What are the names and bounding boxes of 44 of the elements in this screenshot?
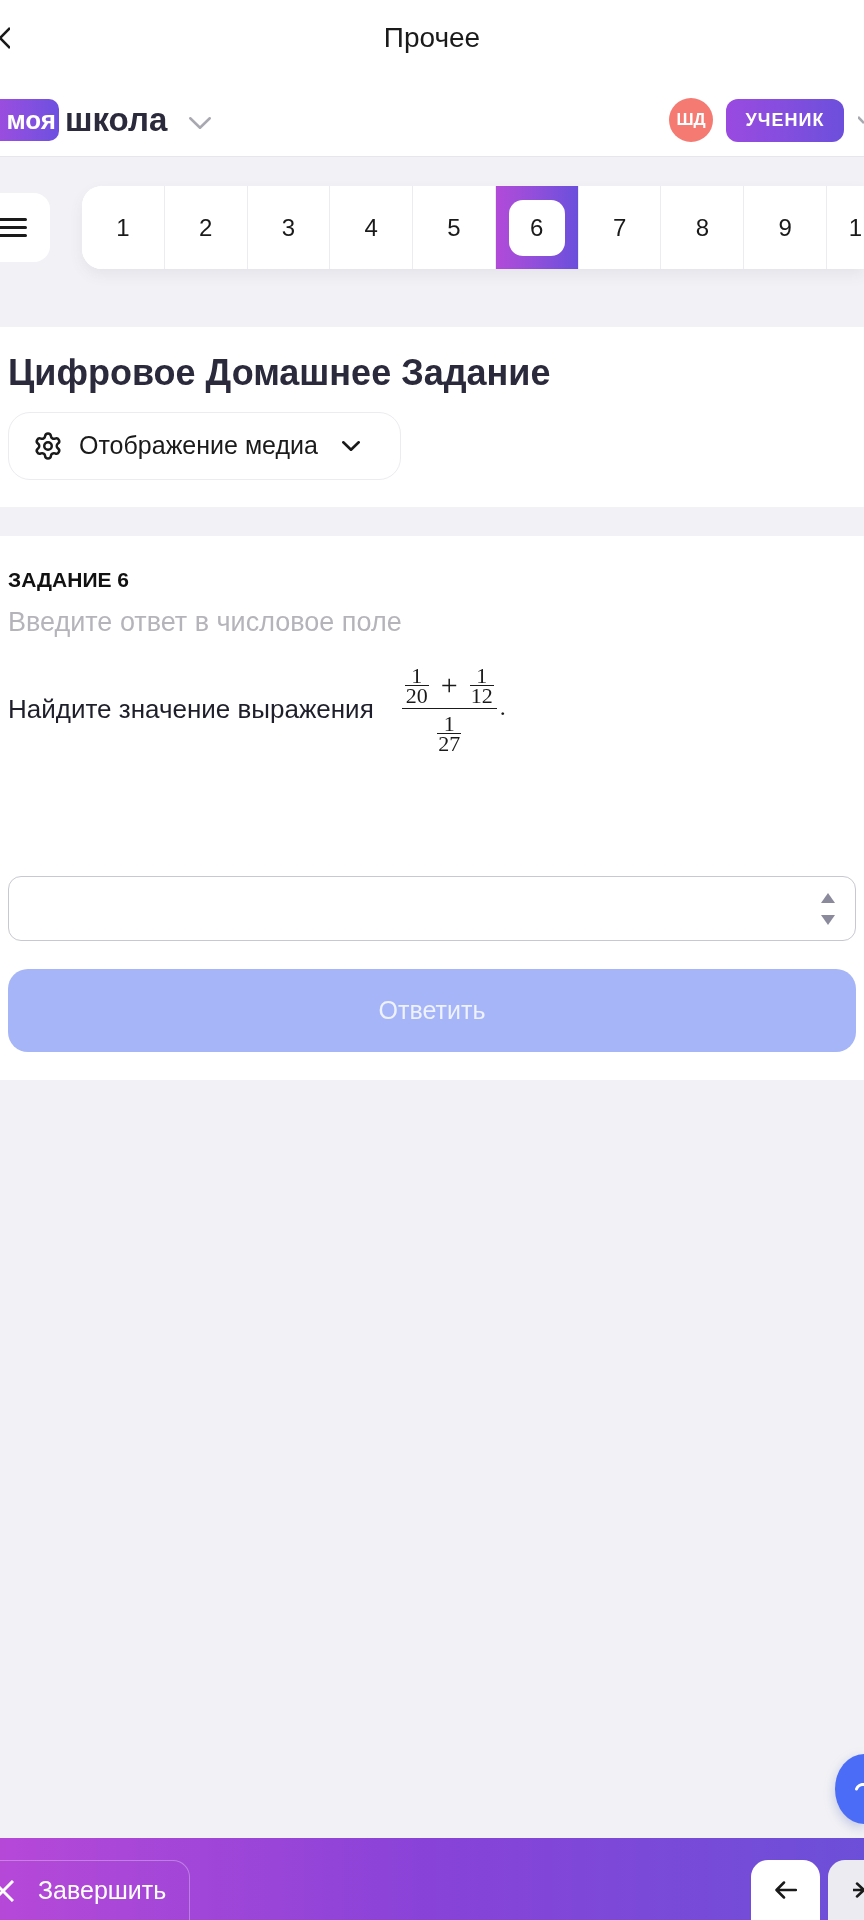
task-number-tab[interactable]: 4 [329, 186, 413, 269]
task-number-tab[interactable]: 1 [826, 186, 864, 269]
task-number-tab[interactable]: 5 [412, 186, 495, 269]
task-number-tab[interactable]: 9 [743, 186, 827, 269]
arrow-right-icon [853, 1882, 864, 1898]
task-number-tab[interactable]: 7 [577, 186, 661, 269]
menu-button[interactable] [0, 193, 50, 262]
caret-down-icon[interactable] [821, 914, 835, 925]
logo-text: школа [65, 100, 168, 141]
expression-period: . [499, 697, 506, 721]
previous-button[interactable] [751, 1860, 820, 1920]
task-number-tab[interactable]: 2 [163, 186, 247, 269]
denominator-number: 12 [469, 684, 494, 705]
task-instruction: Введите ответ в числовое поле [8, 606, 403, 638]
chevron-down-icon [189, 117, 212, 129]
assignment-title: Цифровое Домашнее Задание [8, 353, 551, 393]
menu-icon [0, 218, 27, 237]
chevron-down-icon [341, 441, 360, 451]
task-number-tab[interactable]: 3 [246, 186, 330, 269]
denominator-number: 27 [437, 732, 462, 753]
task-number-tab[interactable]: 8 [660, 186, 744, 269]
denominator-number: 20 [404, 684, 429, 705]
plus-operator: + [440, 672, 458, 698]
caret-up-icon[interactable] [821, 892, 835, 903]
task-number-tab[interactable]: 1 [82, 186, 164, 269]
back-icon[interactable] [0, 27, 10, 49]
task-heading: ЗАДАНИЕ 6 [8, 567, 130, 593]
chevron-down-icon[interactable] [858, 116, 864, 124]
answer-field[interactable] [8, 876, 856, 941]
arrow-left-icon [774, 1881, 797, 1899]
settings-icon [33, 431, 63, 461]
role-badge[interactable]: УЧЕНИК [726, 98, 844, 142]
next-button[interactable] [828, 1860, 864, 1920]
media-display-dropdown[interactable]: Отображение медиа [8, 412, 401, 480]
numerator-number: 1 [411, 665, 423, 685]
numerator-number: 1 [476, 665, 488, 685]
task-prompt: Найдите значение выражения [8, 694, 374, 724]
numerator-number: 1 [443, 713, 455, 733]
close-icon [0, 1879, 14, 1902]
finish-button[interactable]: Завершить [0, 1860, 190, 1920]
logo-badge: моя [0, 99, 59, 141]
page-title: Прочее [383, 21, 481, 55]
help-button[interactable] [835, 1754, 864, 1824]
task-number-tab[interactable]: 6 [494, 186, 578, 269]
